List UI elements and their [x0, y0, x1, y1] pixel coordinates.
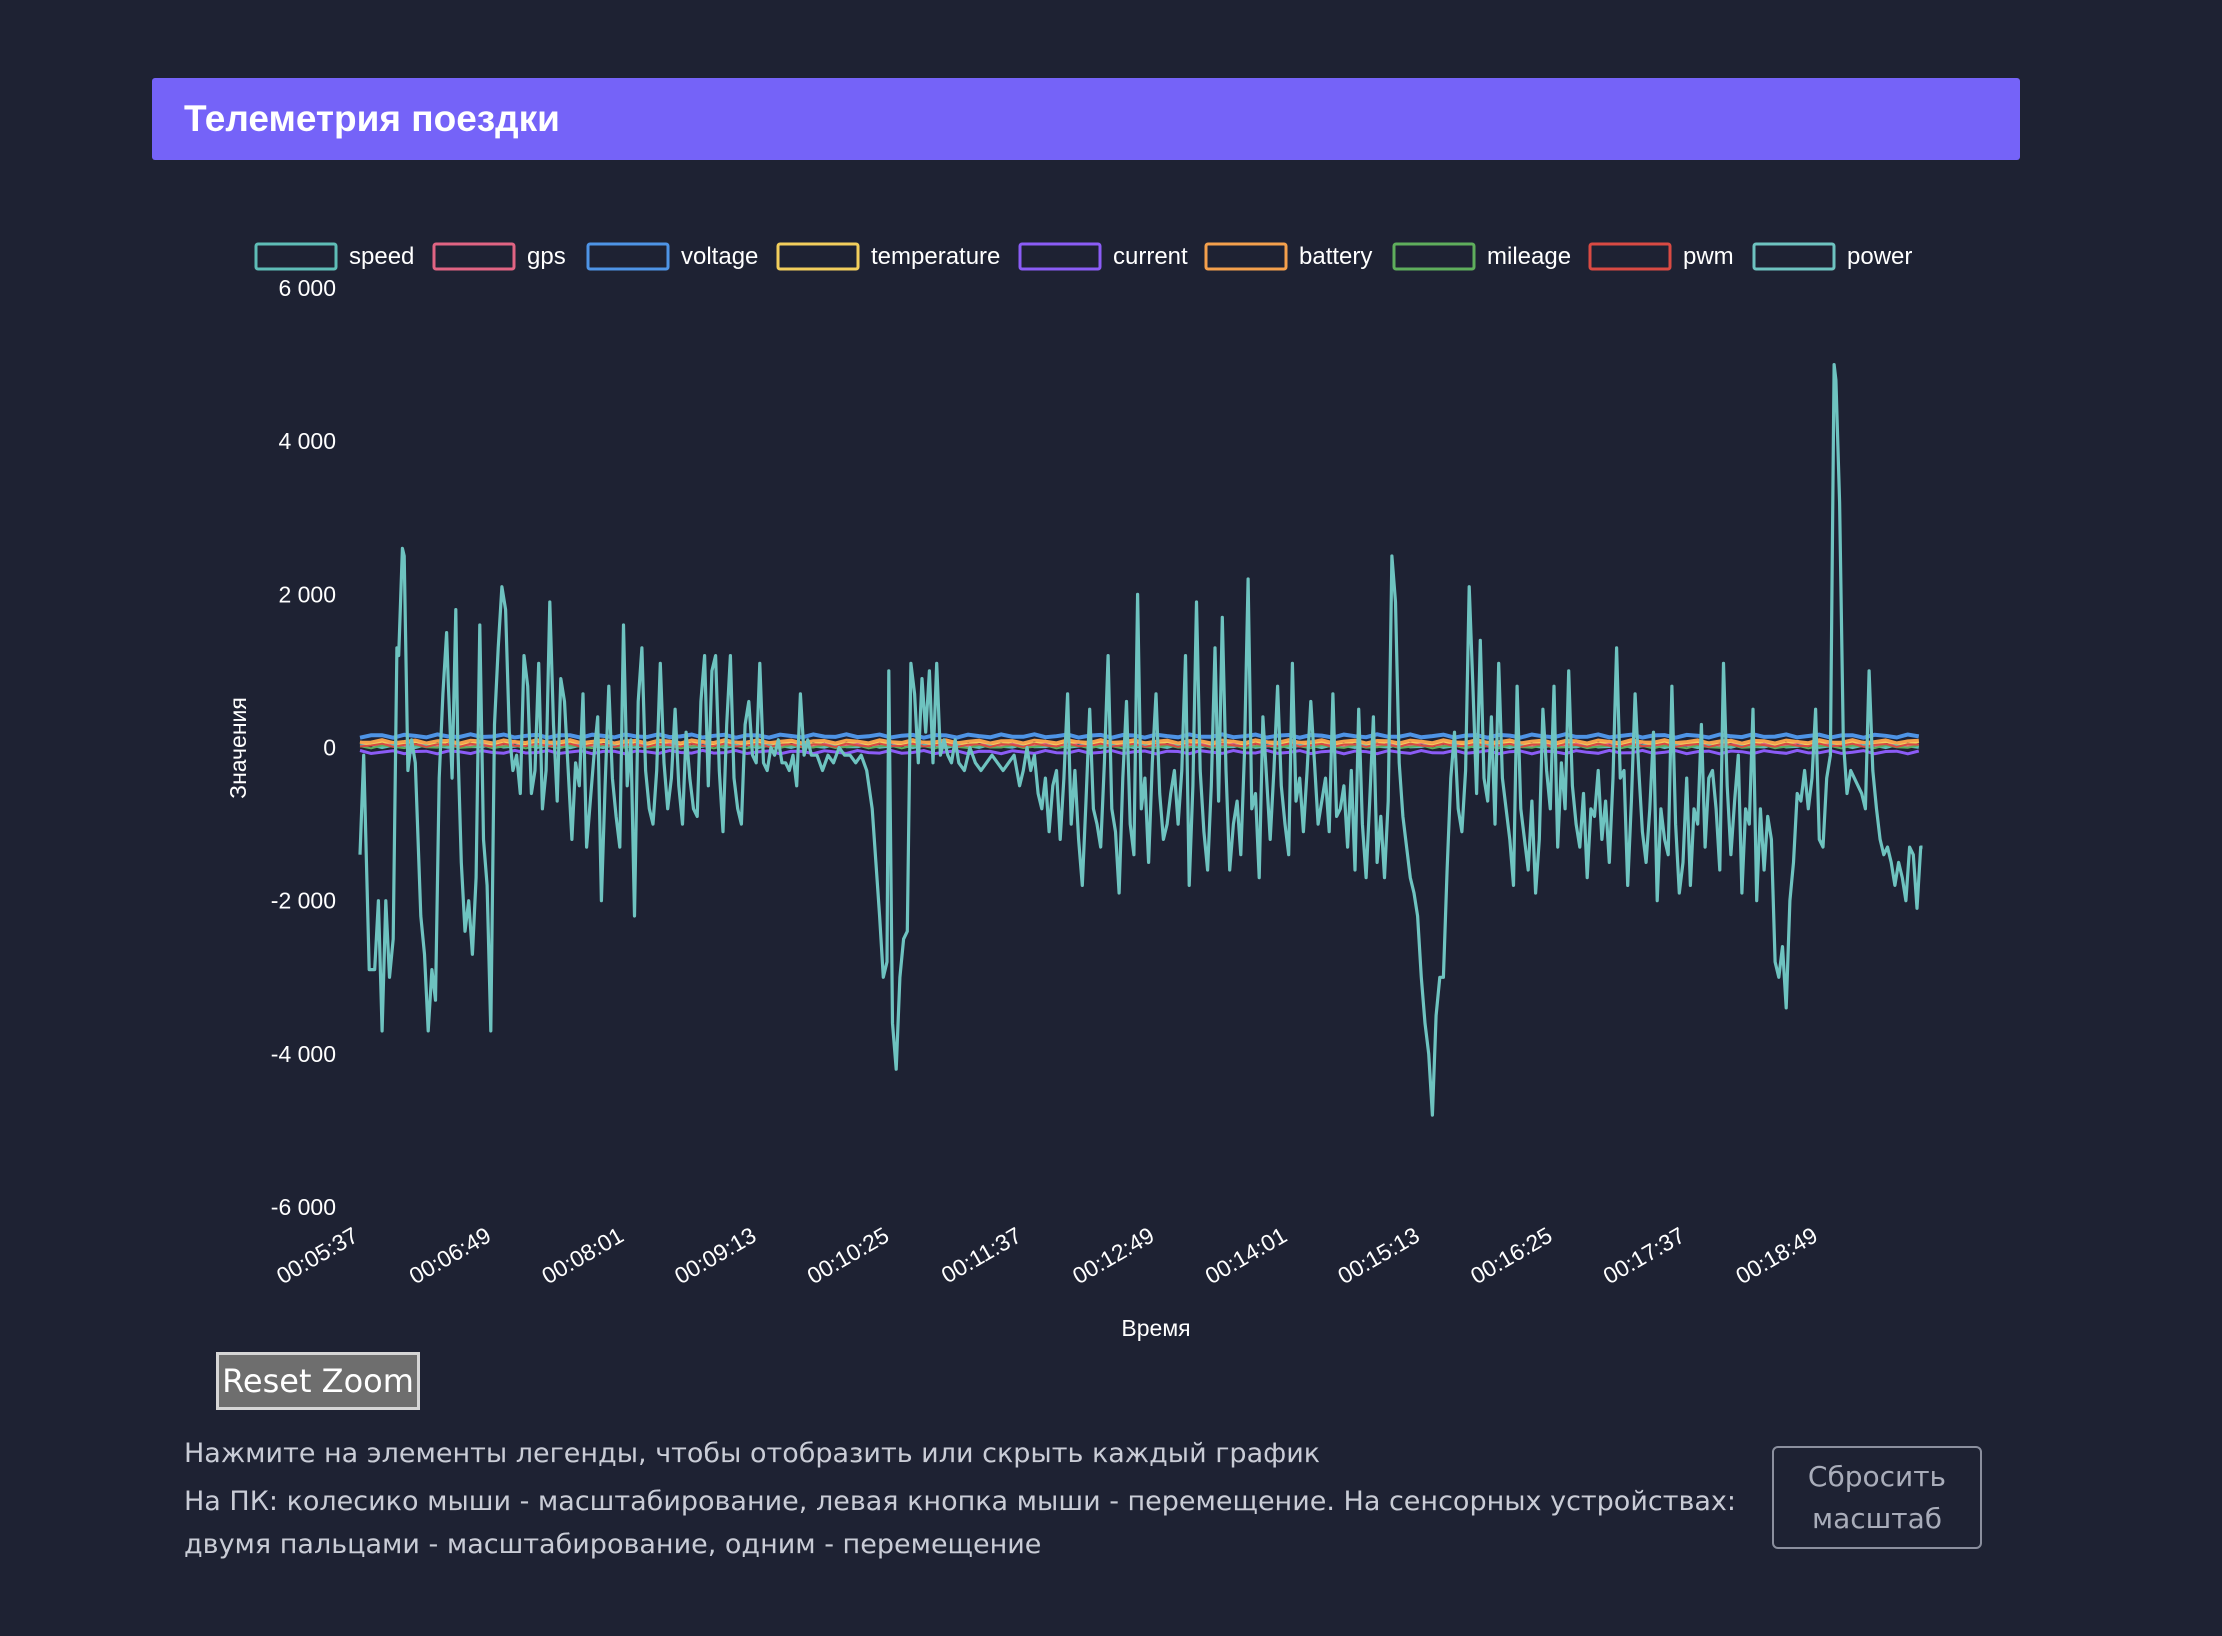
- x-tick-label: 00:05:37: [272, 1222, 363, 1289]
- y-axis-title: Значения: [225, 697, 251, 799]
- x-tick-label: 00:10:25: [803, 1222, 894, 1289]
- legend-swatch-battery: [1204, 242, 1288, 271]
- x-tick-label: 00:06:49: [405, 1222, 496, 1289]
- legend-swatch-power: [1752, 242, 1836, 271]
- reset-scale-button[interactable]: Сбросить масштаб: [1772, 1446, 1982, 1549]
- legend-swatch-temperature: [776, 242, 860, 271]
- x-tick-label: 00:16:25: [1466, 1222, 1557, 1289]
- y-tick-label: 0: [323, 735, 336, 761]
- x-tick-label: 00:18:49: [1731, 1222, 1822, 1289]
- legend-swatch-current: [1018, 242, 1102, 271]
- legend-swatch-speed: [254, 242, 338, 271]
- y-tick-label: -2 000: [271, 888, 336, 914]
- y-axis: 6 000 4 000 2 000 0 -2 000 -4 000 -6 000: [271, 275, 336, 1220]
- legend-label-speed: speed: [349, 243, 414, 270]
- legend-swatch-mileage: [1392, 242, 1476, 271]
- legend-swatch-gps: [432, 242, 516, 271]
- legend-label-voltage: voltage: [681, 243, 758, 270]
- reset-zoom-button[interactable]: Reset Zoom: [216, 1352, 420, 1410]
- telemetry-chart[interactable]: speed gps voltage temperature current battery…: [0, 0, 2222, 1350]
- legend-label-mileage: mileage: [1487, 243, 1571, 270]
- x-tick-label: 00:15:13: [1333, 1222, 1424, 1289]
- legend-label-current: current: [1113, 243, 1188, 270]
- x-tick-label: 00:14:01: [1201, 1222, 1292, 1289]
- x-tick-label: 00:12:49: [1068, 1222, 1159, 1289]
- legend-label-power: power: [1847, 243, 1912, 270]
- legend-hint-text: Нажмите на элементы легенды, чтобы отобр…: [184, 1438, 1321, 1469]
- zoom-hint-text: На ПК: колесико мыши - масштабирование, …: [184, 1486, 1736, 1560]
- x-tick-label: 00:17:37: [1599, 1222, 1690, 1289]
- legend-swatch-voltage: [586, 242, 670, 271]
- x-tick-label: 00:09:13: [670, 1222, 761, 1289]
- series-line-power[interactable]: [358, 363, 1923, 1117]
- legend-item-current[interactable]: current: [1018, 242, 1188, 271]
- legend-item-temperature[interactable]: temperature: [776, 242, 1000, 271]
- legend-item-battery[interactable]: battery: [1204, 242, 1372, 271]
- y-tick-label: 6 000: [278, 275, 336, 301]
- y-tick-label: 2 000: [278, 581, 336, 607]
- y-tick-label: -4 000: [271, 1041, 336, 1067]
- chart-legend[interactable]: speed gps voltage temperature current battery…: [254, 242, 1912, 271]
- x-axis: 00:05:37 00:06:49 00:08:01 00:09:13 00:10:25…: [272, 1222, 1822, 1289]
- legend-swatch-pwm: [1588, 242, 1672, 271]
- legend-label-gps: gps: [527, 243, 566, 270]
- x-tick-label: 00:08:01: [537, 1222, 628, 1289]
- legend-item-voltage[interactable]: voltage: [586, 242, 758, 271]
- legend-item-speed[interactable]: speed: [254, 242, 414, 271]
- y-tick-label: 4 000: [278, 428, 336, 454]
- legend-item-power[interactable]: power: [1752, 242, 1912, 271]
- legend-item-gps[interactable]: gps: [432, 242, 566, 271]
- plot-area[interactable]: [358, 363, 1923, 1117]
- x-tick-label: 00:11:37: [937, 1222, 1026, 1288]
- legend-label-battery: battery: [1299, 243, 1372, 270]
- legend-label-pwm: pwm: [1683, 243, 1734, 270]
- x-axis-title: Время: [1121, 1315, 1190, 1341]
- legend-label-temperature: temperature: [871, 243, 1000, 270]
- y-tick-label: -6 000: [271, 1194, 336, 1220]
- legend-item-mileage[interactable]: mileage: [1392, 242, 1571, 271]
- legend-item-pwm[interactable]: pwm: [1588, 242, 1734, 271]
